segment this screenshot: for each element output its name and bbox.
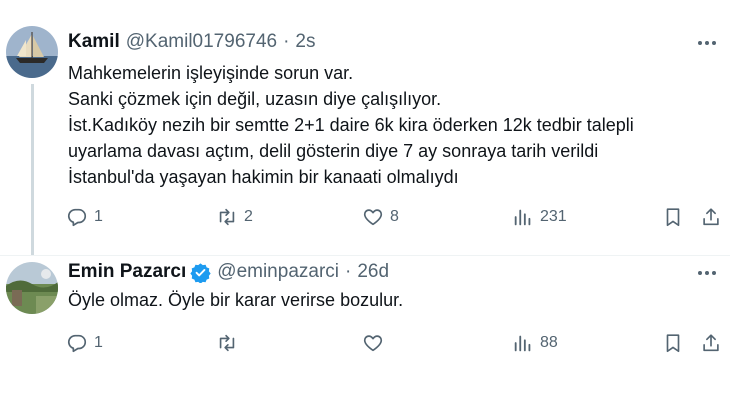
separator-dot: · <box>345 261 352 282</box>
views-icon <box>512 332 534 354</box>
reply-button[interactable]: 1 <box>66 328 103 358</box>
tweet-actions: 1 2 8 231 <box>60 202 730 232</box>
author-handle[interactable]: @eminpazarci <box>217 261 339 283</box>
separator-dot: · <box>283 31 290 52</box>
author-name[interactable]: Emin Pazarcı <box>68 261 186 283</box>
tweet-text: Öyle olmaz. Öyle bir karar verirse bozul… <box>68 287 718 313</box>
more-icon[interactable] <box>696 262 718 284</box>
tweet-text-line: Mahkemelerin işleyişinde sorun var. <box>68 63 354 83</box>
reply-icon <box>66 206 88 228</box>
sailboat-avatar[interactable] <box>6 26 58 78</box>
reply-button[interactable]: 1 <box>66 202 103 232</box>
share-icon <box>700 206 722 228</box>
views-icon <box>512 206 534 228</box>
views-button[interactable]: 88 <box>512 328 558 358</box>
tweet-header: Kamil @Kamil01796746 · 2s <box>68 29 316 55</box>
repost-button[interactable] <box>216 328 244 358</box>
reply-count: 1 <box>94 208 103 225</box>
author-name[interactable]: Kamil <box>68 31 120 53</box>
views-count: 88 <box>540 334 558 351</box>
repost-icon <box>216 332 238 354</box>
more-icon[interactable] <box>696 32 718 54</box>
tweet-actions: 1 88 <box>60 328 730 358</box>
like-button[interactable] <box>362 328 390 358</box>
like-count: 8 <box>390 208 399 225</box>
landscape-avatar[interactable] <box>6 262 58 314</box>
repost-count: 2 <box>244 208 253 225</box>
reply-icon <box>66 332 88 354</box>
tweet[interactable]: Kamil @Kamil01796746 · 2s Mahkemelerin i… <box>0 0 730 256</box>
bookmark-icon <box>662 332 684 354</box>
tweet-text: Mahkemelerin işleyişinde sorun var. Sank… <box>68 60 718 190</box>
like-button[interactable]: 8 <box>362 202 399 232</box>
repost-icon <box>216 206 238 228</box>
share-icon <box>700 332 722 354</box>
bookmark-icon <box>662 206 684 228</box>
reply-count: 1 <box>94 334 103 351</box>
tweet-text-line: İstanbul'da yaşayan hakimin bir kanaati … <box>68 167 459 187</box>
timestamp[interactable]: 2s <box>295 31 315 53</box>
tweet-text-line: İst.Kadıköy nezih bir semtte 2+1 daire 6… <box>68 115 634 135</box>
views-button[interactable]: 231 <box>512 202 567 232</box>
timestamp[interactable]: 26d <box>357 261 389 283</box>
tweet-header: Emin Pazarcı @eminpazarci · 26d <box>68 259 389 285</box>
tweet-text-line: Öyle olmaz. Öyle bir karar verirse bozul… <box>68 290 404 310</box>
share-button[interactable] <box>700 328 722 358</box>
thread-connector-line <box>31 84 34 256</box>
verified-badge-icon <box>190 262 211 283</box>
tweet-text-line: uyarlama davası açtım, delil gösterin di… <box>68 141 599 161</box>
heart-icon <box>362 206 384 228</box>
views-count: 231 <box>540 208 567 225</box>
heart-icon <box>362 332 384 354</box>
tweet[interactable]: Emin Pazarcı @eminpazarci · 26d Öyle olm… <box>0 256 730 420</box>
share-button[interactable] <box>700 202 722 232</box>
repost-button[interactable]: 2 <box>216 202 253 232</box>
tweet-text-line: Sanki çözmek için değil, uzasın diye çal… <box>68 89 442 109</box>
bookmark-button[interactable] <box>662 328 684 358</box>
author-handle[interactable]: @Kamil01796746 <box>126 31 277 53</box>
bookmark-button[interactable] <box>662 202 684 232</box>
